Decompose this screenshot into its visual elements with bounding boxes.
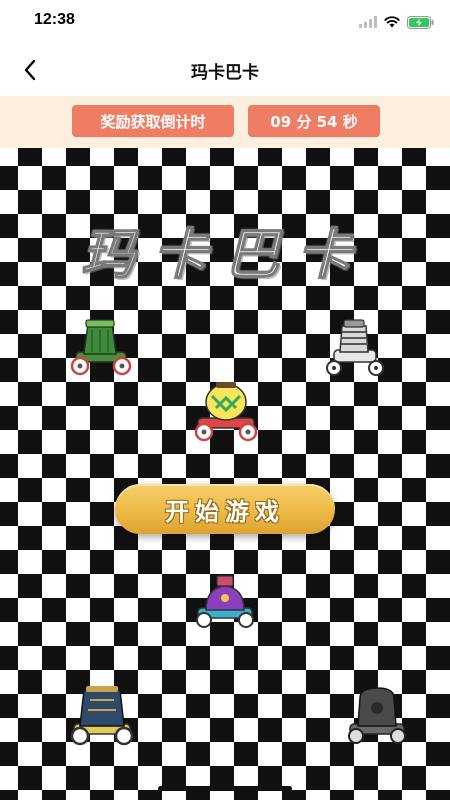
- home-indicator: [158, 786, 292, 791]
- green-cart-sprite: [70, 319, 132, 376]
- nav-bar: 玛卡巴卡: [0, 44, 450, 96]
- start-game-label: 开始游戏: [165, 497, 285, 526]
- lantern-cart-sprite: [194, 382, 258, 442]
- page-title: 玛卡巴卡: [191, 63, 259, 83]
- start-game-button[interactable]: 开始游戏: [115, 484, 335, 534]
- purple-cart-sprite: [196, 575, 254, 628]
- dark-cart-sprite: [348, 687, 406, 744]
- reward-countdown-label: 奖励获取倒计时: [72, 105, 234, 137]
- battery-charging-icon: [407, 15, 434, 29]
- cellular-signal-icon: [359, 16, 377, 28]
- status-bar: 12:38: [0, 0, 450, 44]
- status-icons: [359, 14, 434, 30]
- wifi-icon: [384, 16, 400, 28]
- navy-cart-sprite: [70, 686, 134, 746]
- grey-cart-sprite: [326, 319, 384, 376]
- game-board: 玛卡巴卡 开始游戏: [0, 148, 450, 800]
- reward-countdown-timer: 09 分 54 秒: [248, 105, 380, 137]
- game-title: 玛卡巴卡: [80, 221, 369, 287]
- status-time: 12:38: [34, 11, 75, 28]
- reward-strip: 奖励获取倒计时 09 分 54 秒: [0, 96, 450, 148]
